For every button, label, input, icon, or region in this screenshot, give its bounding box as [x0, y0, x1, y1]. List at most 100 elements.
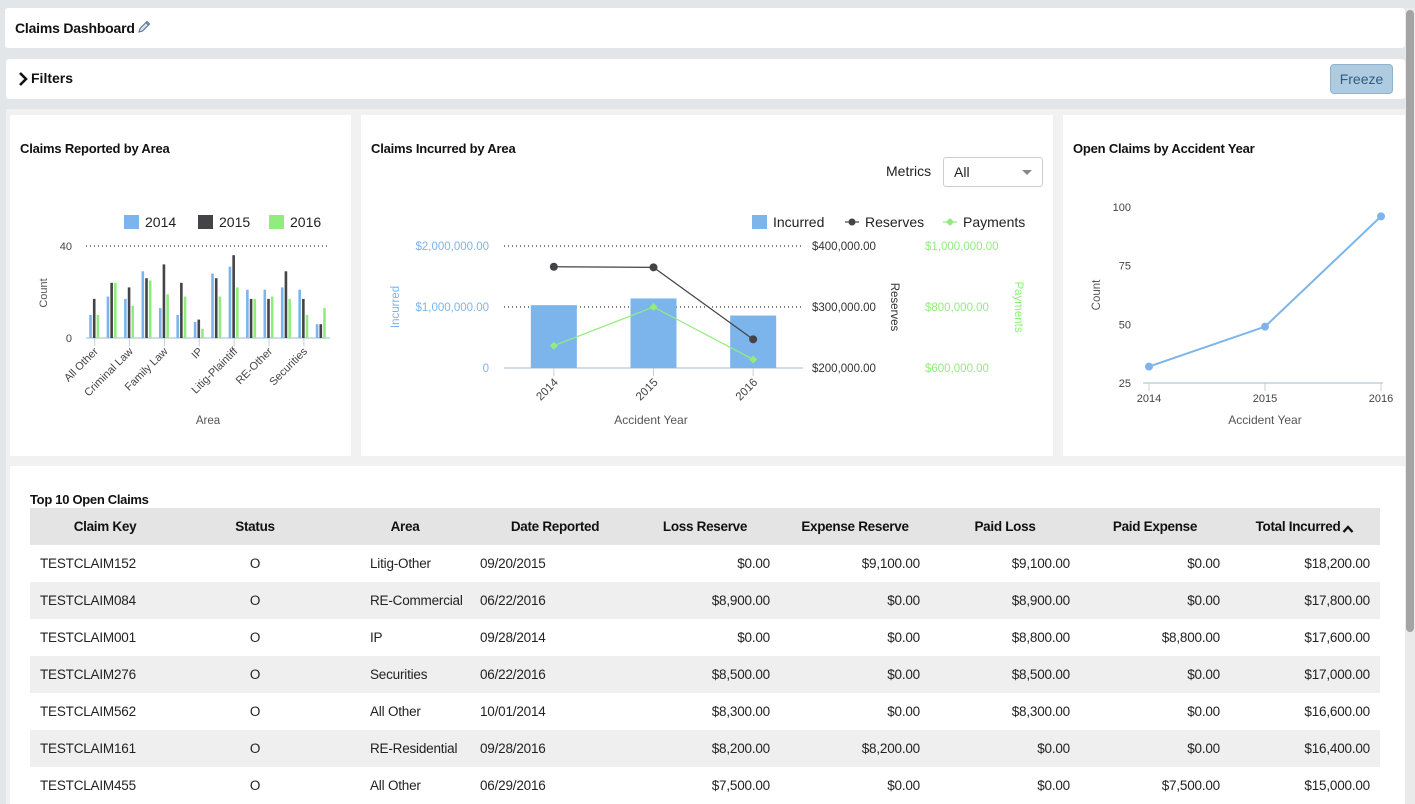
y-tick-label: 40 — [60, 241, 72, 253]
col-area[interactable]: Area — [330, 508, 480, 545]
cell-paid-expense: $8,800.00 — [1161, 630, 1220, 645]
cell-total-incurred: $18,200.00 — [1304, 556, 1370, 571]
bar-2016 — [270, 296, 274, 338]
col-total-incurred[interactable]: Total Incurred — [1230, 508, 1380, 545]
col-paid-expense[interactable]: Paid Expense — [1080, 508, 1230, 545]
x-tick-label: Securities — [267, 345, 310, 388]
table-row[interactable]: TESTCLAIM562 O All Other 10/01/2014 $8,300.0… — [30, 693, 1380, 730]
bar-2016 — [148, 280, 152, 338]
table-row[interactable]: TESTCLAIM276 O Securities 06/22/2016 $8,500.… — [30, 656, 1380, 693]
col-status[interactable]: Status — [180, 508, 330, 545]
cell-total-incurred: $16,600.00 — [1304, 704, 1370, 719]
y-tick-label: 25 — [1119, 378, 1131, 390]
bar-2016 — [201, 328, 204, 338]
bar-2015 — [232, 255, 235, 338]
legend-swatch-2015 — [198, 215, 213, 229]
cell-area: RE-Commercial — [370, 593, 463, 608]
cell-area: All Other — [370, 778, 421, 793]
y-axis-label: Count — [38, 278, 50, 307]
cell-expense-reserve: $0.00 — [887, 778, 920, 793]
filters-label[interactable]: Filters — [31, 70, 73, 86]
y-axis-label-reserves: Reserves — [888, 283, 900, 332]
bar-2015 — [319, 324, 323, 338]
cell-date-reported: 09/28/2014 — [480, 630, 546, 645]
bar-2014 — [280, 287, 284, 338]
y-tick-label-incurred: $1,000,000.00 — [415, 302, 489, 314]
x-axis-label: Area — [196, 415, 221, 427]
col-claim-key[interactable]: Claim Key — [30, 508, 180, 545]
col-paid-loss[interactable]: Paid Loss — [930, 508, 1080, 545]
x-tick-label: IP — [190, 346, 206, 362]
sort-ascending-icon[interactable] — [1342, 522, 1354, 534]
bar-2015 — [180, 282, 183, 338]
point-reserves — [549, 262, 558, 271]
col-label: Total Incurred — [1255, 519, 1341, 534]
chevron-right-icon[interactable] — [18, 71, 30, 87]
y-tick-label-reserves: $300,000.00 — [812, 302, 876, 314]
cell-date-reported: 06/22/2016 — [480, 593, 546, 608]
col-expense-reserve[interactable]: Expense Reserve — [780, 508, 930, 545]
table-row[interactable]: TESTCLAIM152 O Litig-Other 09/20/2015 $0.00 $… — [30, 545, 1380, 582]
freeze-button[interactable]: Freeze — [1330, 64, 1393, 94]
bar-2015 — [145, 278, 148, 338]
cell-expense-reserve: $0.00 — [887, 593, 920, 608]
col-label: Area — [390, 519, 420, 534]
col-label: Paid Expense — [1112, 519, 1198, 534]
cell-area: All Other — [370, 704, 421, 719]
cell-date-reported: 09/28/2016 — [480, 741, 546, 756]
col-label: Status — [235, 519, 275, 534]
x-axis-label: Accident Year — [1228, 413, 1301, 427]
table-title: Top 10 Open Claims — [30, 492, 149, 507]
bar-2014 — [124, 298, 127, 338]
cell-status: O — [249, 778, 261, 793]
scrollbar-thumb[interactable] — [1406, 10, 1414, 632]
cell-paid-expense: $0.00 — [1187, 667, 1220, 682]
bar-2014 — [263, 289, 267, 338]
page-scrollbar[interactable] — [1405, 8, 1415, 804]
cell-total-incurred: $17,800.00 — [1304, 593, 1370, 608]
col-date-reported[interactable]: Date Reported — [480, 508, 630, 545]
cell-loss-reserve: $8,900.00 — [711, 593, 770, 608]
cell-paid-loss: $8,500.00 — [1011, 667, 1070, 682]
x-tick-label: 2016 — [1369, 393, 1393, 405]
filters-bar[interactable]: Filters — [6, 59, 1405, 99]
col-label: Date Reported — [510, 519, 600, 534]
y-tick-label: 100 — [1113, 202, 1131, 214]
bar-2016 — [114, 282, 117, 338]
y-tick-label: 50 — [1119, 319, 1131, 331]
legend-label: 2014 — [145, 214, 176, 230]
point-reserves — [649, 263, 658, 272]
y-tick-label-payments: $600,000.00 — [925, 363, 989, 375]
table-header-row: Claim Key Status Area Date Reported Loss… — [30, 508, 1380, 545]
bar-2014 — [228, 266, 232, 338]
cell-claim-key: TESTCLAIM161 — [40, 741, 136, 756]
cell-total-incurred: $16,400.00 — [1304, 741, 1370, 756]
y-axis-label-incurred: Incurred — [390, 286, 402, 328]
legend-label: 2016 — [290, 214, 321, 230]
bar-2016 — [166, 294, 169, 338]
cell-paid-expense: $0.00 — [1187, 741, 1220, 756]
cell-paid-loss: $0.00 — [1037, 741, 1070, 756]
bar-2016 — [236, 287, 239, 338]
cell-paid-expense: $0.00 — [1187, 593, 1220, 608]
table-row[interactable]: TESTCLAIM001 O IP 09/28/2014 $0.00 $0.00 $8,80… — [30, 619, 1380, 656]
table-row[interactable]: TESTCLAIM084 O RE-Commercial 06/22/2016 $8,9… — [30, 582, 1380, 619]
cell-claim-key: TESTCLAIM455 — [40, 778, 136, 793]
legend-label: Incurred — [773, 214, 824, 230]
bar-2015 — [110, 282, 113, 338]
pencil-icon[interactable] — [136, 19, 152, 35]
col-loss-reserve[interactable]: Loss Reserve — [630, 508, 780, 545]
cell-status: O — [249, 741, 261, 756]
top-claims-card: Top 10 Open Claims Claim Key Status Area… — [10, 466, 1405, 804]
cell-loss-reserve: $8,300.00 — [711, 704, 770, 719]
bar-2014 — [298, 289, 301, 338]
cell-area: RE-Residential — [370, 741, 458, 756]
table-row[interactable]: TESTCLAIM161 O RE-Residential 09/28/2016 $8,… — [30, 730, 1380, 767]
table-row[interactable]: TESTCLAIM455 O All Other 06/29/2016 $7,500.0… — [30, 767, 1380, 804]
bar-2014 — [89, 315, 92, 338]
y-tick-label: 0 — [66, 333, 72, 345]
legend-marker-reserves — [848, 218, 856, 226]
cell-total-incurred: $15,000.00 — [1304, 778, 1370, 793]
bar-2016 — [305, 315, 309, 338]
y-tick-label-incurred: $2,000,000.00 — [415, 241, 489, 253]
